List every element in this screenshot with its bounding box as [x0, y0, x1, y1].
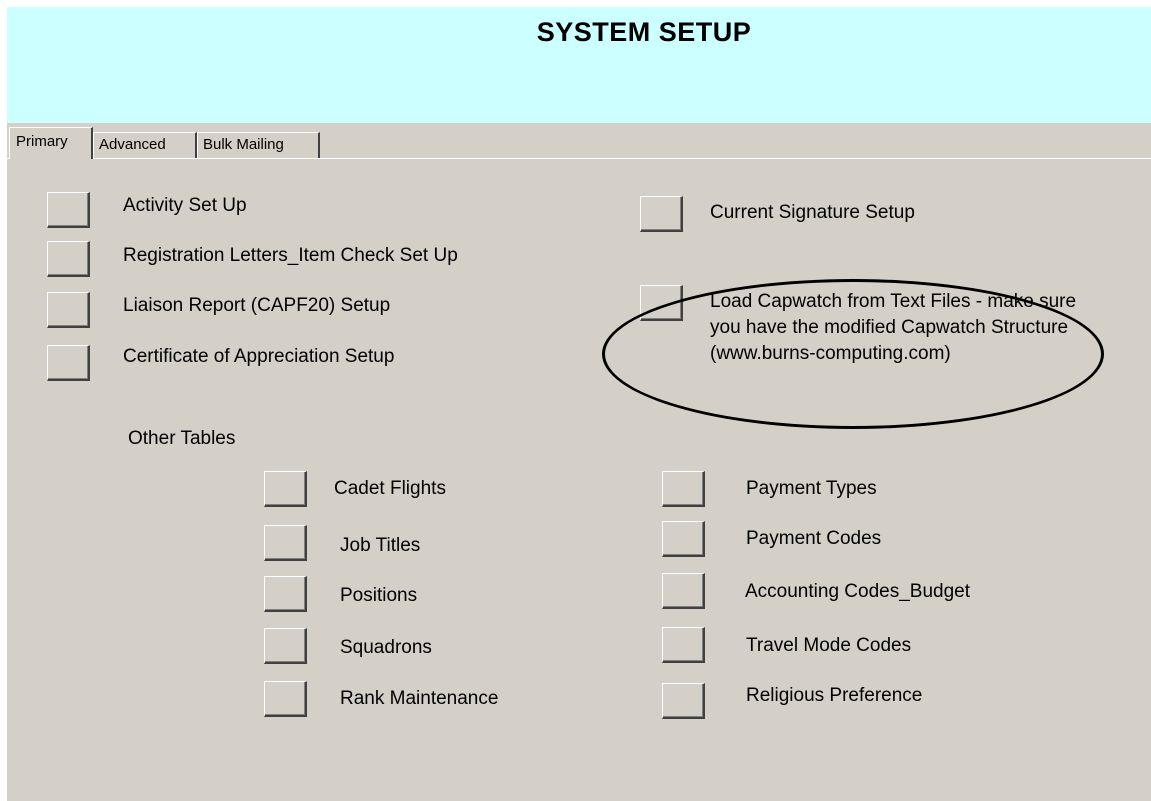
positions-label: Positions: [340, 585, 418, 606]
certificate-appreciation-label: Certificate of Appreciation Setup: [123, 346, 395, 367]
travel-mode-codes-button[interactable]: [662, 627, 705, 663]
tab-advanced[interactable]: Advanced: [93, 132, 197, 158]
certificate-appreciation-button[interactable]: [47, 345, 90, 381]
religious-preference-button[interactable]: [662, 683, 705, 719]
page-title: SYSTEM SETUP: [536, 17, 752, 47]
payment-types-label: Payment Types: [746, 478, 877, 499]
load-capwatch-button[interactable]: [640, 285, 683, 321]
registration-letters-button[interactable]: [47, 241, 90, 277]
rank-maintenance-button[interactable]: [264, 681, 307, 717]
squadrons-label: Squadrons: [340, 637, 432, 658]
tab-strip-line: [7, 158, 1151, 159]
tab-bulk-mailing[interactable]: Bulk Mailing: [197, 132, 320, 158]
payment-types-button[interactable]: [662, 471, 705, 507]
cadet-flights-label: Cadet Flights: [334, 478, 446, 499]
tab-primary[interactable]: Primary: [9, 127, 93, 159]
rank-maintenance-label: Rank Maintenance: [340, 688, 499, 709]
current-signature-label: Current Signature Setup: [710, 202, 915, 223]
cadet-flights-button[interactable]: [264, 471, 307, 507]
squadrons-button[interactable]: [264, 628, 307, 664]
registration-letters-label: Registration Letters_Item Check Set Up: [123, 245, 458, 266]
header-banner: SYSTEM SETUP: [7, 7, 1151, 123]
accounting-codes-button[interactable]: [662, 573, 705, 609]
load-capwatch-label: Load Capwatch from Text Files - make sur…: [710, 291, 1077, 364]
positions-button[interactable]: [264, 576, 307, 612]
travel-mode-codes-label: Travel Mode Codes: [746, 635, 912, 656]
religious-preference-label: Religious Preference: [746, 685, 923, 706]
liaison-report-label: Liaison Report (CAPF20) Setup: [123, 295, 391, 316]
liaison-report-button[interactable]: [47, 292, 90, 328]
job-titles-label: Job Titles: [340, 535, 421, 556]
system-setup-window: SYSTEM SETUP Primary Advanced Bulk Maili…: [7, 7, 1151, 801]
accounting-codes-label: Accounting Codes_Budget: [745, 581, 970, 602]
activity-setup-button[interactable]: [47, 192, 90, 228]
payment-codes-label: Payment Codes: [746, 528, 882, 549]
current-signature-button[interactable]: [640, 196, 683, 232]
activity-setup-label: Activity Set Up: [123, 195, 247, 216]
other-tables-heading: Other Tables: [128, 428, 236, 449]
payment-codes-button[interactable]: [662, 521, 705, 557]
job-titles-button[interactable]: [264, 525, 307, 561]
